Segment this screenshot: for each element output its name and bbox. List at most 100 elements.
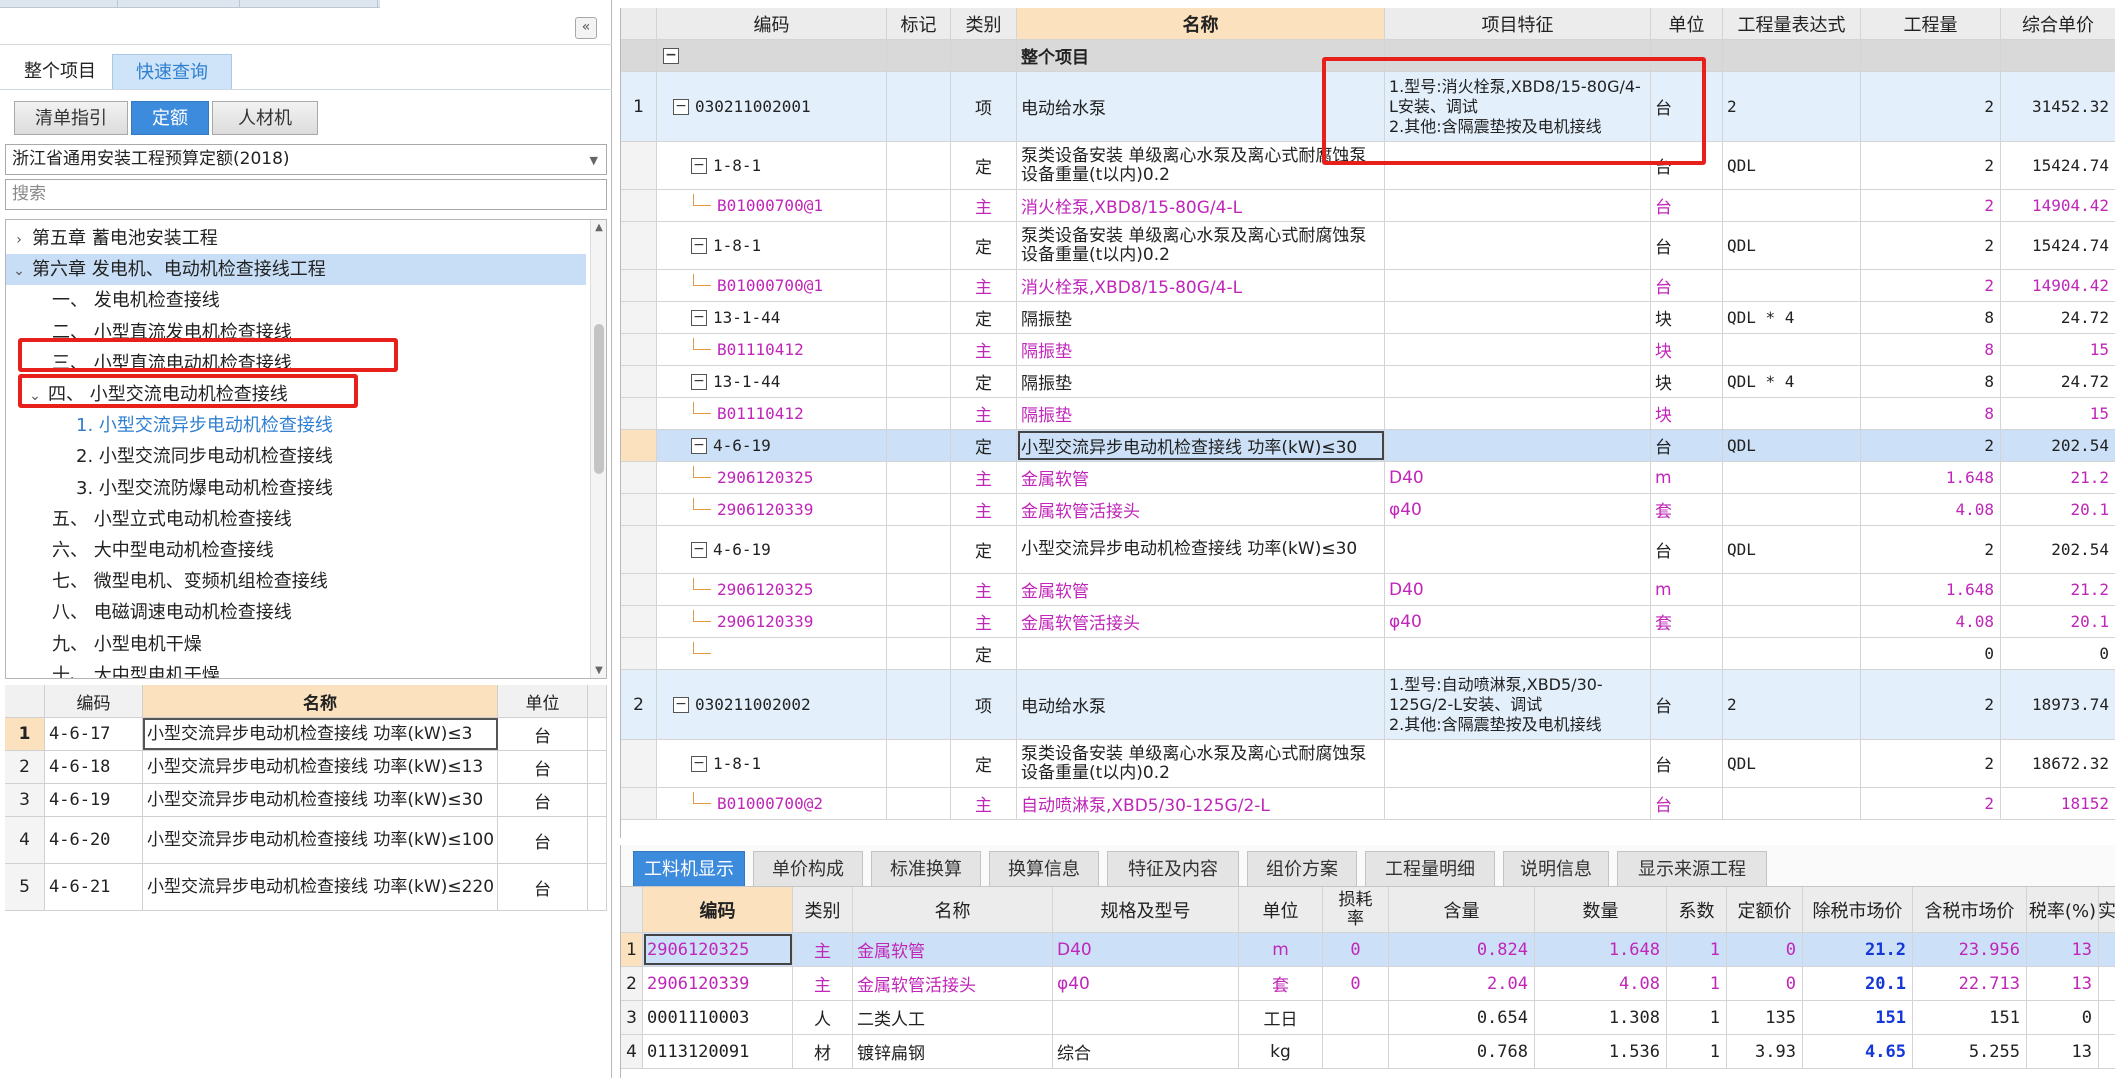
name-cell[interactable]: 自动喷淋泵,XBD5/30-125G/2-L: [1017, 788, 1385, 819]
unit-cell[interactable]: 台: [1651, 430, 1723, 461]
unit-price-cell[interactable]: 202.54: [2001, 430, 2115, 461]
unit-cell[interactable]: 台: [1651, 72, 1723, 141]
expression-cell[interactable]: [1723, 190, 1861, 221]
quantity-cell[interactable]: 8: [1861, 334, 2001, 365]
loss-rate[interactable]: [1323, 1035, 1389, 1068]
loss-rate[interactable]: 0: [1323, 967, 1389, 1000]
tab-whole-project[interactable]: 整个项目: [10, 54, 110, 90]
tab-bill-guide[interactable]: 清单指引: [14, 101, 128, 135]
column-header[interactable]: 类别: [793, 887, 853, 932]
coefficient[interactable]: 1: [1667, 1035, 1727, 1068]
name-cell[interactable]: 泵类设备安装 单级离心水泵及离心式耐腐蚀泵 设备重量(t以内)0.2: [1017, 222, 1385, 269]
grid-row[interactable]: B01000700@2 主自动喷淋泵,XBD5/30-125G/2-L 台 2 1815…: [621, 788, 2115, 820]
column-header[interactable]: 编码: [643, 887, 793, 932]
market-price-ex-tax[interactable]: 20.1: [1803, 967, 1913, 1000]
column-header[interactable]: 含量: [1389, 887, 1535, 932]
row-number[interactable]: 4: [621, 1035, 643, 1068]
category-cell[interactable]: 定: [951, 430, 1017, 461]
expression-cell[interactable]: [1723, 398, 1861, 429]
feature-cell[interactable]: [1385, 398, 1651, 429]
quantity-cell[interactable]: 2: [1861, 526, 2001, 573]
tax-rate[interactable]: 13: [2027, 1035, 2099, 1068]
column-header[interactable]: 名称: [853, 887, 1053, 932]
tax-rate[interactable]: 13: [2027, 967, 2099, 1000]
tab-labor-material-machine[interactable]: 人材机: [212, 101, 318, 135]
column-header[interactable]: 名称: [1017, 8, 1385, 39]
collapse-icon[interactable]: −: [691, 237, 707, 254]
unit-price-cell[interactable]: 15: [2001, 398, 2115, 429]
feature-cell[interactable]: [1385, 740, 1651, 787]
resource-tab[interactable]: 工程量明细: [1365, 851, 1495, 886]
scroll-thumb[interactable]: [594, 324, 604, 474]
loss-rate[interactable]: [1323, 1001, 1389, 1034]
resource-unit[interactable]: m: [1239, 933, 1323, 966]
category-cell[interactable]: 项: [951, 670, 1017, 739]
scroll-down-icon[interactable]: ▼: [591, 665, 606, 676]
top-strip-tab[interactable]: [118, 0, 240, 8]
market-price-inc-tax[interactable]: 151: [1913, 1001, 2027, 1034]
expression-cell[interactable]: QDL: [1723, 142, 1861, 189]
mark-cell[interactable]: [887, 670, 951, 739]
chevron-right-icon[interactable]: ›: [12, 225, 26, 256]
unit-cell[interactable]: 块: [1651, 334, 1723, 365]
mark-cell[interactable]: [887, 72, 951, 141]
quota-price[interactable]: 0: [1727, 967, 1803, 1000]
grid-row[interactable]: −1-8-1 定泵类设备安装 单级离心水泵及离心式耐腐蚀泵 设备重量(t以内)0.…: [621, 740, 2115, 788]
unit-cell[interactable]: 块: [1651, 302, 1723, 333]
name-cell[interactable]: [1017, 638, 1385, 669]
category-cell[interactable]: 定: [951, 222, 1017, 269]
name-cell[interactable]: 隔振垫: [1017, 334, 1385, 365]
content-value[interactable]: 0.768: [1389, 1035, 1535, 1068]
content-value[interactable]: 0.824: [1389, 933, 1535, 966]
unit-price-cell[interactable]: 20.1: [2001, 494, 2115, 525]
name-cell[interactable]: 金属软管: [1017, 574, 1385, 605]
quantity-value[interactable]: 4.08: [1535, 967, 1667, 1000]
unit-cell[interactable]: 台: [1651, 142, 1723, 189]
tree-node[interactable]: 2. 小型交流同步电动机检查接线: [6, 441, 333, 472]
resource-row[interactable]: 2 2906120339 主金属软管活接头 φ40 套 0 2.04 4.08 1 0 20.1 22…: [621, 967, 2115, 1001]
expression-cell[interactable]: QDL * 4: [1723, 302, 1861, 333]
content-value[interactable]: 2.04: [1389, 967, 1535, 1000]
unit-cell[interactable]: 套: [1651, 606, 1723, 637]
unit-price-cell[interactable]: 18973.74: [2001, 670, 2115, 739]
name-cell[interactable]: 泵类设备安装 单级离心水泵及离心式耐腐蚀泵 设备重量(t以内)0.2: [1017, 740, 1385, 787]
unit-cell[interactable]: m: [1651, 574, 1723, 605]
name-cell[interactable]: 小型交流异步电动机检查接线 功率(kW)≤30: [1017, 430, 1385, 461]
column-header[interactable]: 工程量表达式: [1723, 8, 1861, 39]
resource-code[interactable]: 0001110003: [643, 1001, 793, 1034]
expression-cell[interactable]: [1723, 462, 1861, 493]
mark-cell[interactable]: [887, 494, 951, 525]
resource-name[interactable]: 二类人工: [853, 1001, 1053, 1034]
column-header[interactable]: [5, 685, 45, 717]
tree-node[interactable]: 五、 小型立式电动机检查接线: [6, 504, 292, 535]
name-cell[interactable]: 整个项目: [1017, 40, 1385, 71]
mark-cell[interactable]: [887, 222, 951, 269]
expression-cell[interactable]: 2: [1723, 72, 1861, 141]
quota-price[interactable]: 3.93: [1727, 1035, 1803, 1068]
column-header[interactable]: 系数: [1667, 887, 1727, 932]
feature-cell[interactable]: D40: [1385, 462, 1651, 493]
collapse-icon[interactable]: −: [691, 541, 707, 558]
grid-row[interactable]: 2−030211002002 项电动给水泵 1.型号:自动喷淋泵,XBD5/30-1…: [621, 670, 2115, 740]
unit-cell[interactable]: 台: [1651, 270, 1723, 301]
grid-row[interactable]: 2906120339 主金属软管活接头 φ40 套 4.08 20.1: [621, 494, 2115, 526]
category-cell[interactable]: 定: [951, 302, 1017, 333]
column-header[interactable]: 单位: [1239, 887, 1323, 932]
category-cell[interactable]: 主: [951, 398, 1017, 429]
quantity-cell[interactable]: 4.08: [1861, 606, 2001, 637]
grid-row[interactable]: −4-6-19 定小型交流异步电动机检查接线 功率(kW)≤30 台 QDL 2 202.…: [621, 526, 2115, 574]
quantity-cell[interactable]: 2: [1861, 740, 2001, 787]
expression-cell[interactable]: QDL: [1723, 740, 1861, 787]
table-row[interactable]: 1 4-6-17 小型交流异步电动机检查接线 功率(kW)≤3 台: [5, 718, 607, 751]
mark-cell[interactable]: [887, 788, 951, 819]
expression-cell[interactable]: [1723, 270, 1861, 301]
resource-tab[interactable]: 工料机显示: [633, 851, 745, 886]
unit-price-cell[interactable]: 18152: [2001, 788, 2115, 819]
market-price-inc-tax[interactable]: 22.713: [1913, 967, 2027, 1000]
grid-row[interactable]: B01000700@1 主消火栓泵,XBD8/15-80G/4-L 台 2 14904.…: [621, 270, 2115, 302]
quantity-cell[interactable]: 2: [1861, 788, 2001, 819]
mark-cell[interactable]: [887, 190, 951, 221]
resource-category[interactable]: 主: [793, 967, 853, 1000]
quantity-value[interactable]: 1.648: [1535, 933, 1667, 966]
mark-cell[interactable]: [887, 606, 951, 637]
